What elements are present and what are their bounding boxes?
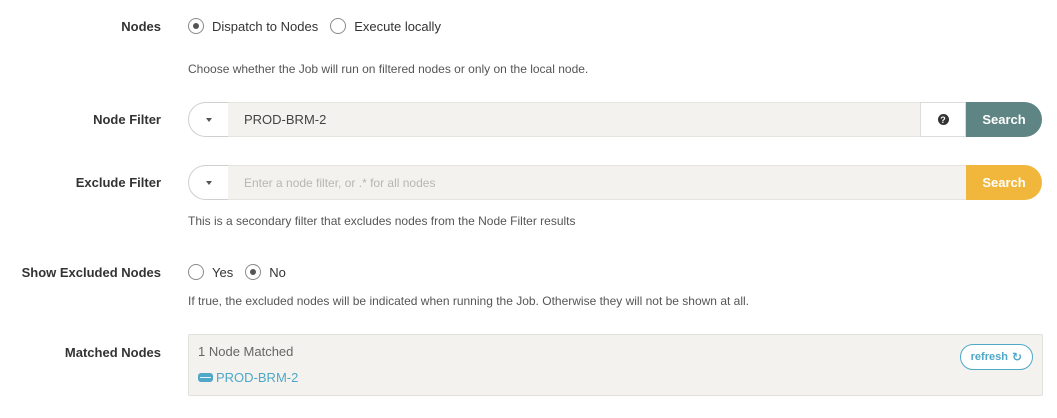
refresh-label: refresh	[970, 351, 1008, 363]
exclude-filter-input[interactable]: Enter a node filter, or .* for all nodes	[228, 165, 966, 200]
show-excluded-help-text: If true, the excluded nodes will be indi…	[188, 294, 749, 308]
node-filter-group: PROD-BRM-2 ? Search	[188, 102, 1042, 137]
radio-yes-label[interactable]: Yes	[212, 265, 233, 280]
exclude-filter-help-text: This is a secondary filter that excludes…	[188, 214, 576, 228]
caret-down-icon	[205, 180, 212, 185]
radio-show-excluded-no[interactable]	[245, 264, 262, 280]
radio-selected-dot	[250, 269, 257, 275]
show-excluded-radio-group: Yes No	[188, 264, 298, 280]
matched-node-name[interactable]: PROD-BRM-2	[216, 370, 298, 385]
server-icon	[198, 373, 213, 382]
radio-no-label[interactable]: No	[269, 265, 286, 280]
node-filter-label: Node Filter	[93, 112, 161, 127]
exclude-filter-group: Enter a node filter, or .* for all nodes…	[188, 165, 1042, 200]
question-circle-icon: ?	[937, 114, 949, 125]
nodes-label: Nodes	[121, 19, 161, 34]
node-filter-input[interactable]: PROD-BRM-2	[228, 102, 920, 137]
exclude-filter-label: Exclude Filter	[75, 175, 161, 190]
matched-count-text: 1 Node Matched	[198, 344, 294, 359]
matched-node-link[interactable]: PROD-BRM-2	[198, 370, 298, 385]
matched-nodes-panel: 1 Node Matched PROD-BRM-2 refresh ↻	[188, 334, 1043, 396]
radio-execute-locally[interactable]	[330, 18, 347, 34]
radio-selected-dot	[193, 23, 199, 29]
refresh-button[interactable]: refresh ↻	[959, 344, 1033, 370]
exclude-filter-dropdown-button[interactable]	[188, 165, 228, 200]
radio-dispatch-label[interactable]: Dispatch to Nodes	[212, 19, 318, 34]
nodes-radio-group: Dispatch to Nodes Execute locally	[188, 18, 453, 34]
matched-nodes-label: Matched Nodes	[64, 345, 161, 360]
node-filter-search-button[interactable]: Search	[966, 102, 1042, 137]
caret-down-icon	[205, 117, 212, 122]
exclude-filter-search-button[interactable]: Search	[966, 165, 1042, 200]
show-excluded-label: Show Excluded Nodes	[21, 265, 161, 280]
node-filter-help-button[interactable]: ?	[920, 102, 966, 137]
radio-dispatch-to-nodes[interactable]	[188, 18, 204, 34]
node-filter-dropdown-button[interactable]	[188, 102, 228, 137]
radio-execute-locally-label[interactable]: Execute locally	[354, 19, 441, 34]
refresh-icon: ↻	[1011, 350, 1022, 364]
radio-show-excluded-yes[interactable]	[188, 264, 204, 280]
nodes-help-text: Choose whether the Job will run on filte…	[188, 62, 589, 76]
